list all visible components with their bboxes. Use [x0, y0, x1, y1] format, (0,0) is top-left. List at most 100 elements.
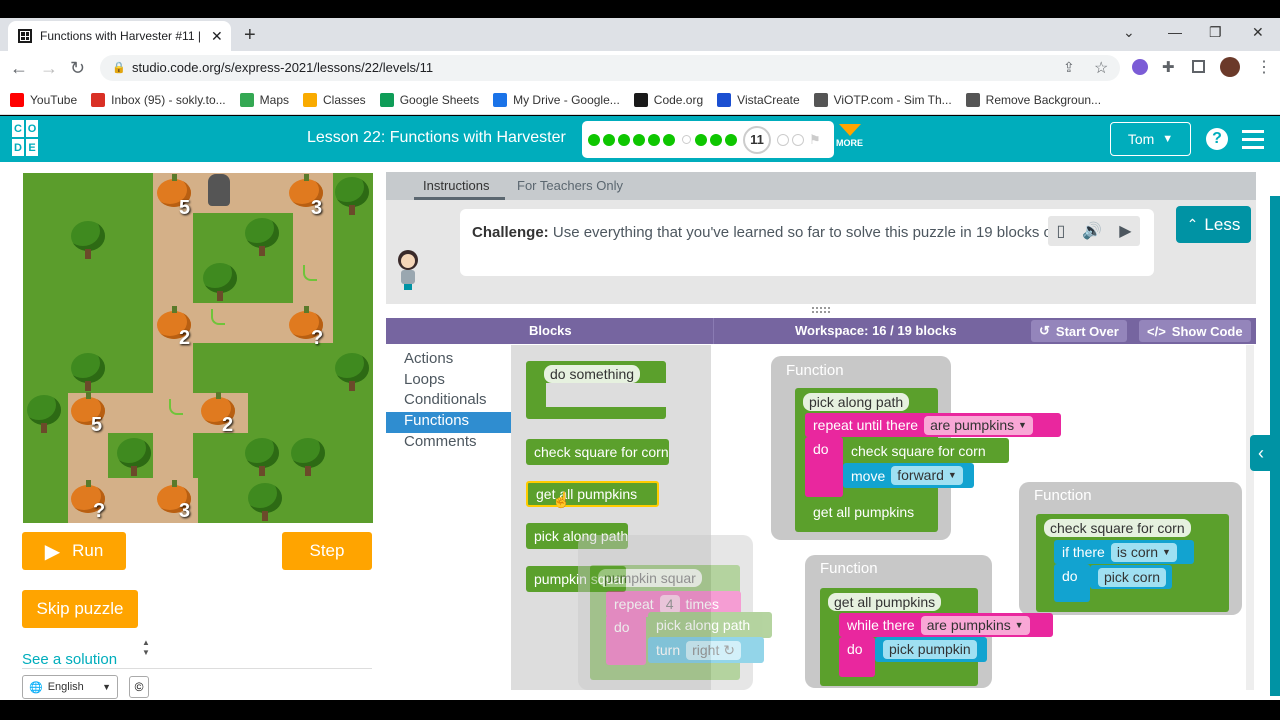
show-code-button[interactable]: </> Show Code [1139, 320, 1251, 342]
run-button[interactable]: ▶ Run [22, 532, 126, 570]
call-check-square-for-corn[interactable]: check square for corn [843, 438, 1009, 463]
category-loops[interactable]: Loops [386, 371, 511, 392]
help-icon[interactable]: ? [1206, 128, 1228, 150]
move-forward-block[interactable]: move forward ▼ [843, 463, 974, 488]
puzzle-extensions-icon[interactable]: ✚ [1162, 58, 1175, 76]
call-block-selected[interactable]: get all pumpkins [526, 481, 659, 507]
repeat-condition-dropdown[interactable]: are pumpkins ▼ [924, 415, 1033, 435]
bookmark-item[interactable]: Google Sheets [379, 92, 479, 107]
pick-pumpkin-block[interactable]: pick pumpkin [875, 637, 987, 662]
completed-level-dot[interactable] [663, 133, 675, 146]
tab-instructions[interactable]: Instructions [423, 178, 489, 193]
incomplete-level-dot[interactable] [777, 133, 789, 146]
forward-icon[interactable]: → [40, 58, 58, 79]
extension-icon[interactable] [1132, 59, 1148, 75]
copyright-button[interactable]: © [129, 676, 149, 698]
step-button[interactable]: Step [282, 532, 372, 570]
completed-level-dot[interactable] [695, 133, 707, 146]
completed-level-dot[interactable] [648, 133, 660, 146]
scroll-arrows-icon[interactable]: ▲ ▼ [142, 638, 150, 658]
assessment-dot[interactable] [682, 135, 691, 144]
back-icon[interactable]: ← [10, 58, 28, 79]
pick-corn-block[interactable]: pick corn [1090, 565, 1172, 589]
call-block[interactable]: check square for corn [526, 439, 669, 465]
bookmark-label: Remove Backgroun... [985, 92, 1102, 107]
user-menu-button[interactable]: Tom ▼ [1110, 122, 1191, 156]
less-label: Less [1204, 214, 1241, 234]
repeat-until-block[interactable]: repeat until there are pumpkins ▼ [805, 413, 1061, 437]
browser-tab[interactable]: Functions with Harvester #11 | Ex ✕ [8, 21, 231, 51]
bookmark-item[interactable]: Maps [239, 92, 289, 107]
play-icon[interactable]: ▶ [1119, 221, 1131, 241]
start-over-button[interactable]: ↺ Start Over [1031, 320, 1127, 342]
current-level-bubble[interactable]: 11 [743, 125, 771, 154]
bookmark-label: My Drive - Google... [513, 92, 620, 107]
pumpkin-count: 5 [91, 414, 103, 436]
completed-level-dot[interactable] [725, 133, 737, 146]
chevron-up-icon: ⌃ [1186, 216, 1199, 232]
classroom-icon [303, 92, 317, 107]
bookmark-item[interactable]: ViOTP.com - Sim Th... [813, 92, 952, 107]
bookmark-item[interactable]: Classes [303, 92, 366, 107]
while-condition-dropdown[interactable]: are pumpkins ▼ [920, 615, 1030, 635]
category-conditionals[interactable]: Conditionals [386, 391, 511, 412]
address-bar[interactable]: 🔒 studio.code.org/s/express-2021/lessons… [100, 55, 1120, 81]
bookmark-item[interactable]: YouTube [10, 92, 77, 107]
profile-avatar[interactable] [1220, 57, 1240, 77]
bookmark-item[interactable]: Remove Backgroun... [965, 92, 1102, 107]
completed-level-dot[interactable] [618, 133, 630, 146]
reload-icon[interactable]: ↻ [70, 58, 85, 79]
tab-search-icon[interactable]: ⌄ [1123, 24, 1135, 41]
hamburger-menu-icon[interactable] [1242, 130, 1264, 154]
share-icon[interactable]: ⇪ [1063, 59, 1075, 76]
completed-level-dot[interactable] [710, 133, 722, 146]
if-condition-dropdown[interactable]: is corn ▼ [1110, 542, 1177, 562]
resize-handle[interactable] [812, 307, 830, 313]
window-close-icon[interactable]: ✕ [1252, 24, 1264, 41]
less-button[interactable]: ⌃ Less [1176, 206, 1251, 243]
workspace-scrollbar[interactable] [1246, 345, 1254, 690]
function-header: Function [820, 560, 878, 577]
codeorg-logo[interactable]: C O D E [12, 120, 54, 158]
collapse-panel-icon[interactable]: ‹ [1250, 435, 1272, 471]
category-actions[interactable]: Actions [386, 350, 511, 371]
bookmark-star-icon[interactable]: ☆ [1094, 58, 1108, 78]
bookmark-item[interactable]: Code.org [633, 92, 703, 107]
completed-level-dot[interactable] [588, 133, 600, 146]
bookmark-item[interactable]: VistaCreate [717, 92, 800, 107]
category-comments[interactable]: Comments [386, 433, 511, 454]
logo-letter-c: C [12, 120, 24, 137]
function-definition-block[interactable]: do something [526, 361, 666, 419]
bookmark-label: VistaCreate [737, 92, 800, 107]
category-functions[interactable]: Functions [386, 412, 511, 433]
completed-level-dot[interactable] [603, 133, 615, 146]
speaker-icon[interactable]: 🔊 [1082, 221, 1102, 241]
browser-menu-icon[interactable]: ⋮ [1256, 57, 1272, 77]
workspace-title: Workspace: 16 / 19 blocks [795, 323, 957, 338]
undo-icon: ↺ [1039, 323, 1050, 338]
completed-level-dot[interactable] [633, 133, 645, 146]
tree [245, 438, 279, 476]
minimize-icon[interactable]: — [1168, 24, 1182, 40]
tab-close-icon[interactable]: ✕ [211, 28, 223, 45]
flag-icon[interactable]: ⚑ [809, 132, 821, 148]
more-button[interactable]: MORE [836, 124, 863, 148]
see-solution-link[interactable]: See a solution [22, 651, 117, 668]
language-select[interactable]: 🌐 English ▼ [22, 675, 118, 699]
tab-for-teachers[interactable]: For Teachers Only [517, 178, 623, 193]
incomplete-level-dot[interactable] [792, 133, 804, 146]
lesson-title[interactable]: Lesson 22: Functions with Harvester [307, 129, 566, 147]
skip-puzzle-button[interactable]: Skip puzzle [22, 590, 138, 628]
bookmark-item[interactable]: My Drive - Google... [493, 92, 620, 107]
dropdown-arrow-icon: ▼ [947, 470, 957, 480]
immersive-reader-icon[interactable]: ▯ [1056, 221, 1065, 241]
side-panel-icon[interactable] [1192, 60, 1205, 73]
while-block[interactable]: while there are pumpkins ▼ [839, 613, 1053, 637]
if-block[interactable]: if there is corn ▼ [1054, 540, 1194, 564]
bookmark-item[interactable]: Inbox (95) - sokly.to... [91, 92, 226, 107]
move-direction-dropdown[interactable]: forward ▼ [891, 466, 963, 485]
new-tab-button[interactable]: + [244, 24, 256, 47]
call-get-all-pumpkins[interactable]: get all pumpkins [805, 499, 938, 524]
restore-icon[interactable]: ❐ [1209, 24, 1222, 41]
function-name-field[interactable]: do something [544, 365, 641, 383]
